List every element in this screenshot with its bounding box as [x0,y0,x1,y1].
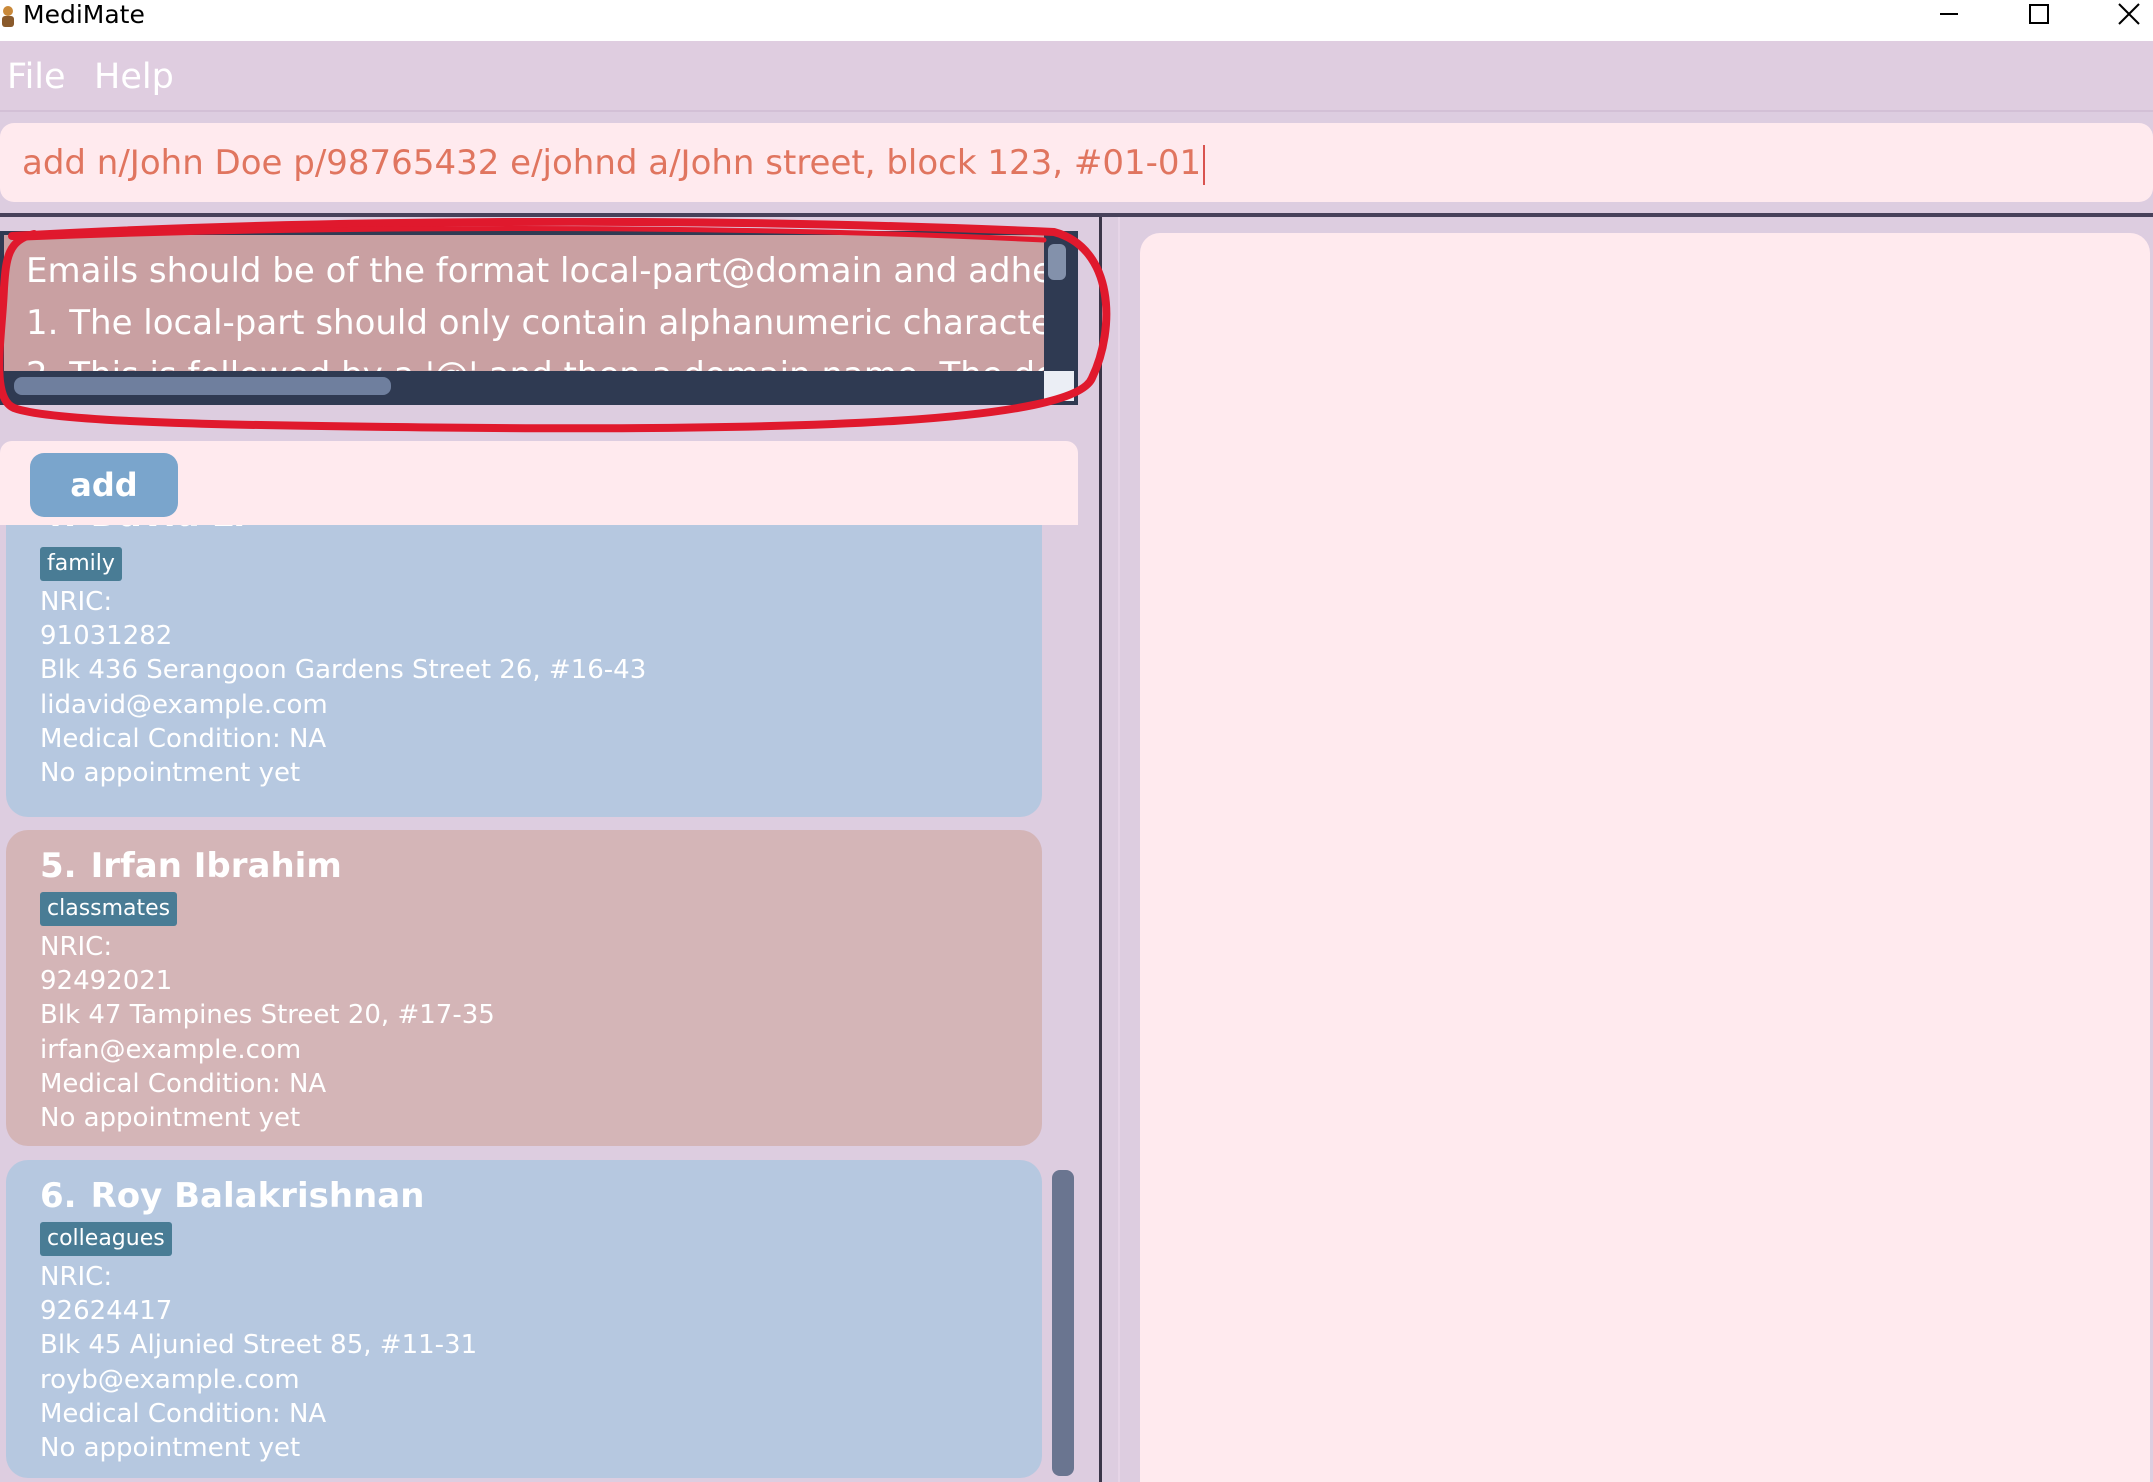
person-list[interactable]: 4. David Li family NRIC: 91031282 Blk 436… [0,525,1100,1482]
pane-divider-horizontal [0,213,2153,217]
person-index: 5. [40,846,77,886]
command-box[interactable]: add n/John Doe p/98765432 e/johnd a/John… [0,123,2153,202]
result-line: 2. This is followed by a '@' and then a … [26,349,1044,371]
person-name: 5. Irfan Ibrahim [40,846,342,886]
title-bar: MediMate [0,0,2153,41]
command-input-value: add n/John Doe p/98765432 e/johnd a/John… [22,143,1202,183]
command-input[interactable]: add n/John Doe p/98765432 e/johnd a/John… [22,139,1206,187]
minimize-button[interactable] [1917,0,1981,28]
person-address: Blk 45 Aljunied Street 85, #11-31 [40,1330,478,1360]
person-index: 4. [40,525,77,535]
person-phone: 92492021 [40,966,173,996]
person-condition: Medical Condition: NA [40,724,327,754]
person-name-text: Irfan Ibrahim [90,846,342,886]
person-index: 6. [40,1176,77,1216]
person-name: 4. David Li [40,525,245,535]
close-button[interactable] [2097,0,2153,28]
person-appointment: No appointment yet [40,1433,301,1463]
app-icon [0,4,16,28]
person-name: 6. Roy Balakrishnan [40,1176,424,1216]
person-name-text: David Li [91,525,245,535]
person-nric: NRIC: [40,1262,113,1292]
text-caret [1203,144,1206,185]
person-email: lidavid@example.com [40,690,328,720]
menu-bar: File Help [0,41,2153,112]
result-line: 1. The local-part should only contain al… [26,303,1044,343]
menu-help[interactable]: Help [94,55,174,99]
person-email: royb@example.com [40,1365,300,1395]
tab-add[interactable]: add [30,453,178,517]
tab-strip: add [0,441,1078,525]
person-condition: Medical Condition: NA [40,1069,327,1099]
result-line: Emails should be of the format local-par… [26,251,1044,291]
person-nric: NRIC: [40,587,113,617]
result-display: Emails should be of the format local-par… [0,231,1078,405]
person-address: Blk 47 Tampines Street 20, #17-35 [40,1000,495,1030]
detail-panel [1140,233,2150,1482]
person-list-scrollbar[interactable] [1052,1170,1074,1476]
person-appointment: No appointment yet [40,1103,301,1133]
maximize-icon [2028,3,2050,25]
result-text-area[interactable]: Emails should be of the format local-par… [4,235,1044,371]
person-tag: colleagues [40,1222,172,1256]
minimize-icon [1938,3,1960,25]
person-phone: 91031282 [40,621,173,651]
person-name-text: Roy Balakrishnan [90,1176,425,1216]
result-vertical-scrollbar[interactable] [1048,244,1066,280]
person-tag: family [40,547,122,581]
person-card[interactable]: 4. David Li family NRIC: 91031282 Blk 436… [6,525,1042,817]
person-card[interactable]: 6. Roy Balakrishnan colleagues NRIC: 9262… [6,1160,1042,1478]
maximize-button[interactable] [2007,0,2071,28]
person-card[interactable]: 5. Irfan Ibrahim classmates NRIC: 9249202… [6,830,1042,1146]
person-email: irfan@example.com [40,1035,302,1065]
result-horizontal-scrollbar[interactable] [14,377,391,395]
person-appointment: No appointment yet [40,758,301,788]
person-address: Blk 436 Serangoon Gardens Street 26, #16… [40,655,647,685]
scroll-corner [1044,371,1074,401]
person-nric: NRIC: [40,932,113,962]
person-tag: classmates [40,892,178,926]
menu-file[interactable]: File [7,55,66,99]
close-icon [2117,2,2141,26]
window-title: MediMate [23,0,145,29]
split-pane-divider-highlight [1118,217,1120,1482]
person-condition: Medical Condition: NA [40,1399,327,1429]
person-phone: 92624417 [40,1296,173,1326]
